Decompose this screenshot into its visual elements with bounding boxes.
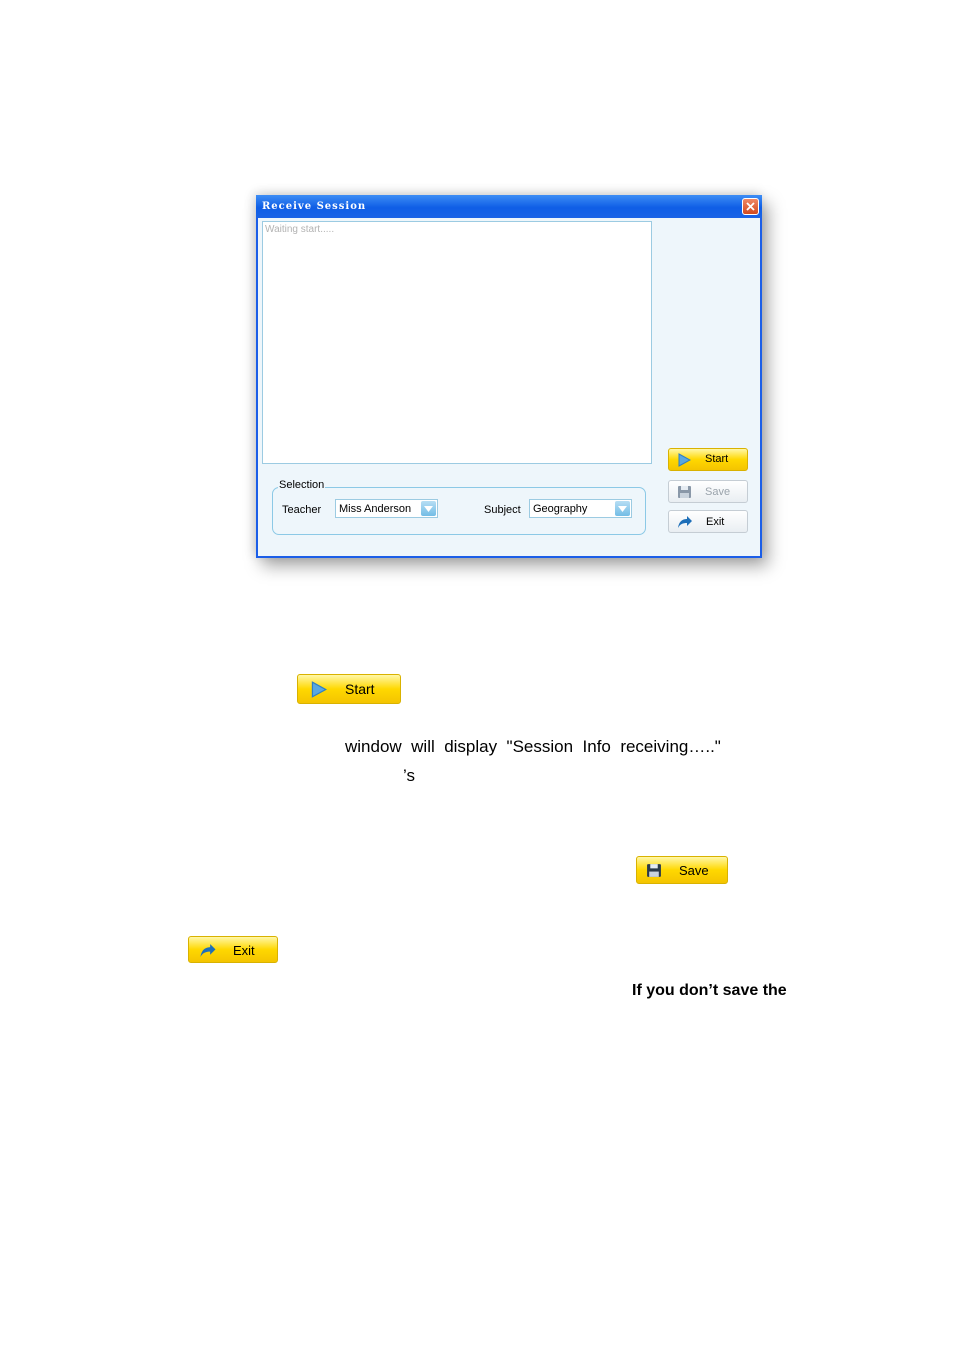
teacher-select[interactable]: Miss Anderson (335, 499, 438, 518)
inline-start-label: Start (345, 681, 375, 697)
inline-exit-label: Exit (233, 943, 255, 958)
subject-label: Subject (484, 504, 521, 516)
window-title: Receive Session (262, 201, 367, 212)
dropdown-arrow-icon[interactable] (615, 501, 630, 516)
inline-exit-button: Exit (188, 936, 278, 963)
doc-text-line-2: ’s (403, 766, 415, 785)
receive-session-window: Receive Session Waiting start..... Selec… (256, 195, 762, 558)
save-button-label: Save (705, 486, 731, 498)
subject-select[interactable]: Geography (529, 499, 632, 518)
play-icon (311, 681, 327, 698)
floppy-disk-icon (647, 864, 661, 877)
close-icon (746, 202, 755, 211)
session-log-text: Waiting start..... (265, 224, 335, 235)
exit-arrow-icon (678, 516, 692, 528)
close-button[interactable] (742, 198, 759, 215)
inline-save-label: Save (679, 863, 709, 878)
exit-arrow-icon (200, 944, 216, 957)
selection-group: Selection Teacher Miss Anderson Subject … (272, 479, 646, 535)
start-button-label: Start (705, 453, 729, 465)
save-button[interactable]: Save (668, 480, 748, 503)
teacher-select-value: Miss Anderson (339, 503, 412, 515)
exit-button-label: Exit (706, 516, 725, 528)
dropdown-arrow-icon[interactable] (421, 501, 436, 516)
play-icon (678, 453, 691, 467)
exit-button[interactable]: Exit (668, 510, 748, 533)
start-button[interactable]: Start (668, 448, 748, 471)
session-log-area[interactable]: Waiting start..... (262, 221, 652, 464)
floppy-disk-icon (678, 486, 691, 498)
doc-bold-line: If you don’t save the (632, 982, 787, 999)
inline-save-button: Save (636, 856, 728, 884)
subject-select-value: Geography (533, 503, 588, 515)
selection-group-label: Selection (278, 479, 326, 491)
teacher-label: Teacher (282, 504, 322, 516)
inline-start-button: Start (297, 674, 401, 704)
doc-text-line-1: window will display "Session Info receiv… (345, 737, 721, 756)
title-bar: Receive Session (256, 195, 762, 218)
